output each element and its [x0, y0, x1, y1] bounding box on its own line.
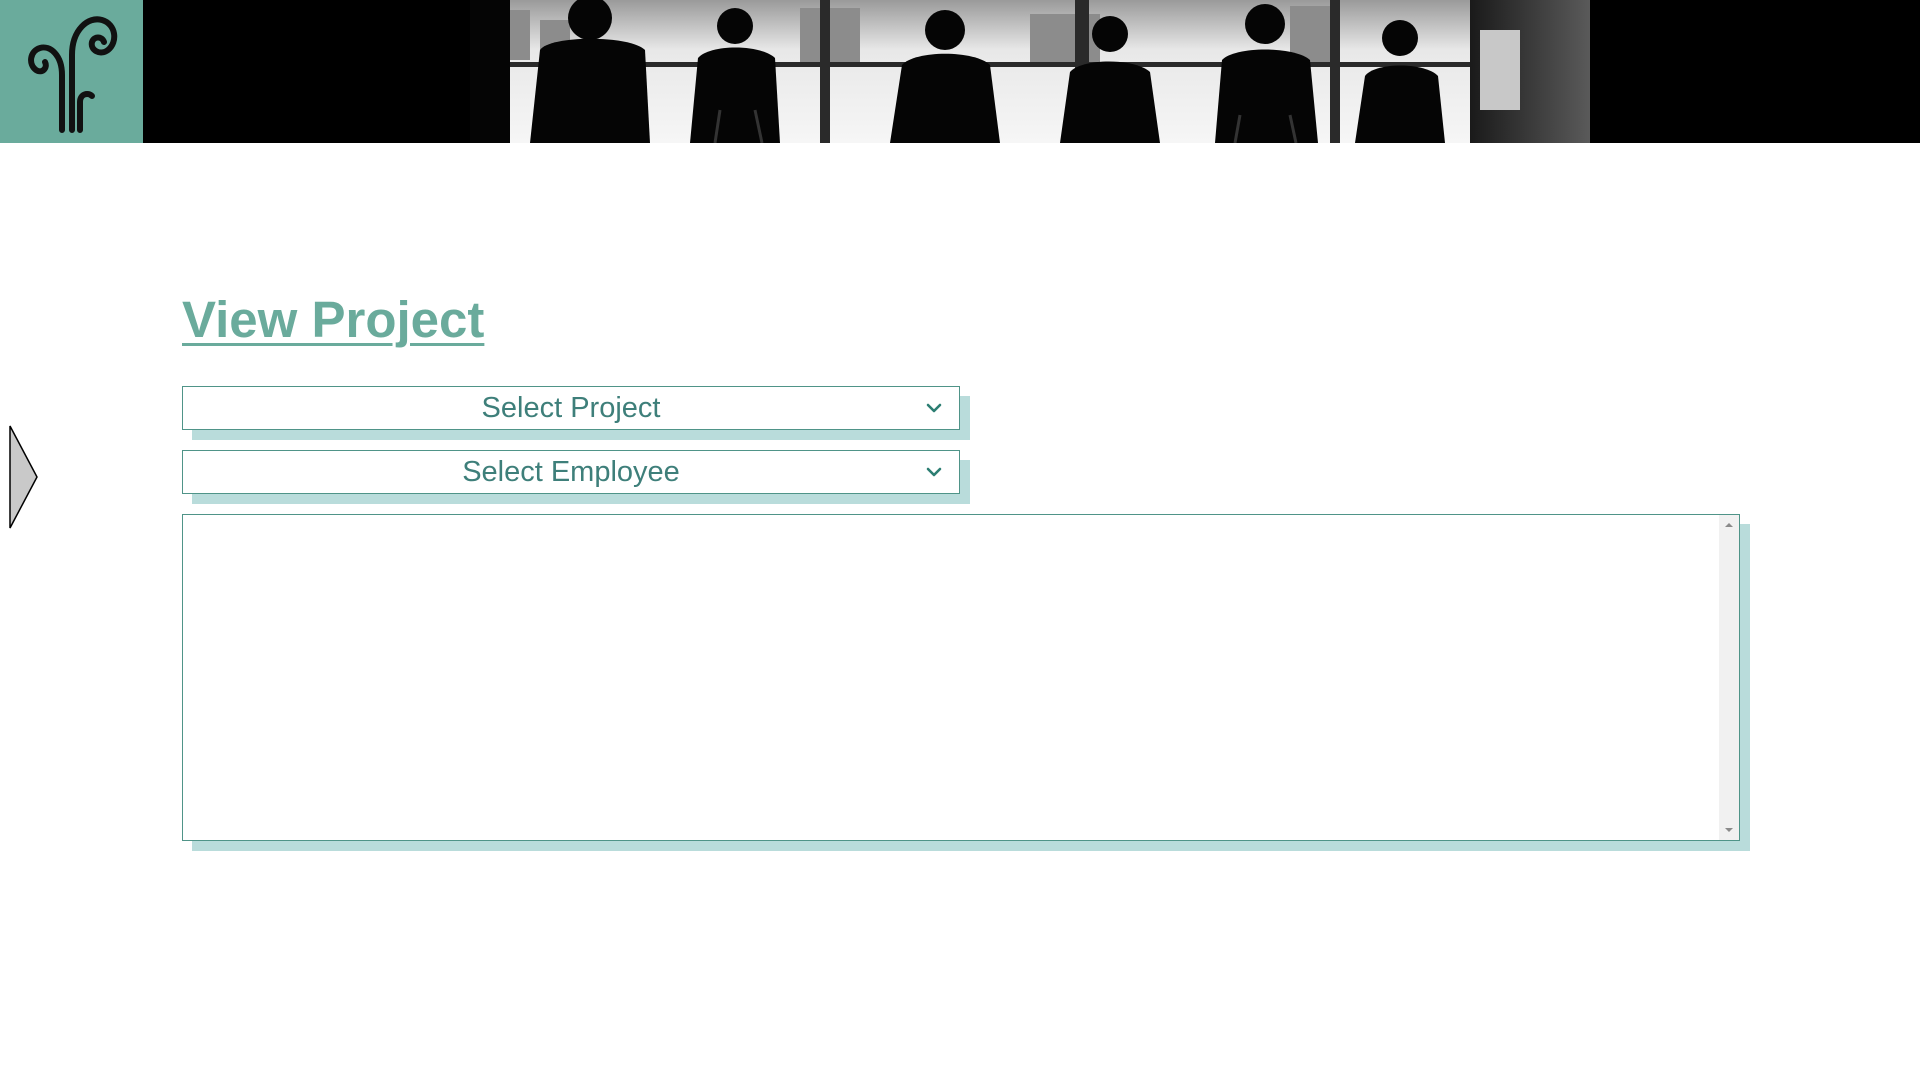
employee-select-value: Select Employee — [462, 455, 680, 488]
office-meeting-silhouette-image — [470, 0, 1590, 143]
chevron-down-icon — [926, 467, 942, 477]
scroll-down-arrow-icon — [1725, 828, 1733, 832]
employee-select[interactable]: Select Employee — [182, 450, 960, 494]
project-select-value: Select Project — [481, 391, 661, 424]
triangle-right-icon — [9, 425, 38, 529]
vertical-scrollbar[interactable] — [1719, 515, 1739, 840]
project-select-container: Select Project — [182, 386, 970, 440]
scroll-up-arrow-icon — [1725, 523, 1733, 527]
page: View Project Select Project Select Emplo… — [0, 0, 1920, 1080]
side-nav-toggle[interactable] — [9, 425, 39, 529]
scroll-down-button[interactable] — [1719, 820, 1739, 840]
employee-select-container: Select Employee — [182, 450, 970, 504]
project-details-list[interactable] — [182, 514, 1740, 841]
header-bar — [0, 0, 1920, 143]
banner-image — [470, 0, 1590, 143]
fern-swirl-logo-icon — [28, 16, 118, 133]
scroll-up-button[interactable] — [1719, 515, 1739, 535]
logo[interactable] — [0, 0, 143, 143]
chevron-down-icon — [926, 403, 942, 413]
project-details-container — [182, 514, 1750, 851]
project-select[interactable]: Select Project — [182, 386, 960, 430]
page-title[interactable]: View Project — [182, 290, 484, 350]
